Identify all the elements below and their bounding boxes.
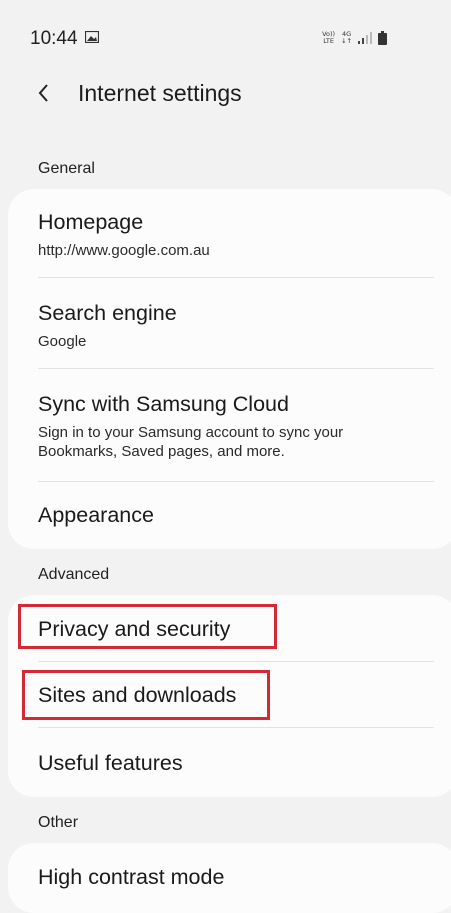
highlight-sites-downloads [22,670,270,720]
section-label-advanced: Advanced [38,566,110,583]
divider [38,661,434,662]
signal-icon [358,32,372,44]
sync-samsung-cloud-item[interactable]: Sync with Samsung Cloud Sign in to your … [38,392,434,461]
appearance-item[interactable]: Appearance [38,503,434,528]
status-bar: 10:44 Vo)) LTE 4G ↓↑ [0,0,451,72]
high-contrast-title: High contrast mode [38,865,225,889]
useful-features-title: Useful features [38,751,183,775]
volte-indicator: Vo)) LTE [322,30,336,45]
other-card: High contrast mode [8,843,451,913]
useful-features-item[interactable]: Useful features [38,751,434,776]
divider [38,481,434,482]
homepage-url: http://www.google.com.au [38,242,210,259]
search-engine-item[interactable]: Search engine Google [38,301,434,351]
divider [38,277,434,278]
divider [38,368,434,369]
section-label-other: Other [38,814,79,831]
sync-description: Sign in to your Samsung account to sync … [38,424,344,460]
status-icons: Vo)) LTE 4G ↓↑ [322,27,387,49]
gallery-icon [85,31,99,43]
chevron-left-icon[interactable] [36,82,52,104]
appearance-title: Appearance [38,503,154,527]
highlight-privacy-security [18,604,277,649]
high-contrast-item[interactable]: High contrast mode [38,865,434,890]
search-engine-title: Search engine [38,301,177,325]
sync-title: Sync with Samsung Cloud [38,392,289,416]
network-indicator: 4G ↓↑ [341,30,352,45]
homepage-title: Homepage [38,210,144,234]
divider [38,727,434,728]
app-header: Internet settings [0,72,451,116]
search-engine-value: Google [38,333,87,350]
homepage-item[interactable]: Homepage http://www.google.com.au [38,210,434,260]
page-title: Internet settings [78,80,242,106]
general-card: Homepage http://www.google.com.au Search… [8,189,451,549]
status-time: 10:44 [30,28,78,49]
section-label-general: General [38,160,95,177]
battery-icon [378,31,387,45]
